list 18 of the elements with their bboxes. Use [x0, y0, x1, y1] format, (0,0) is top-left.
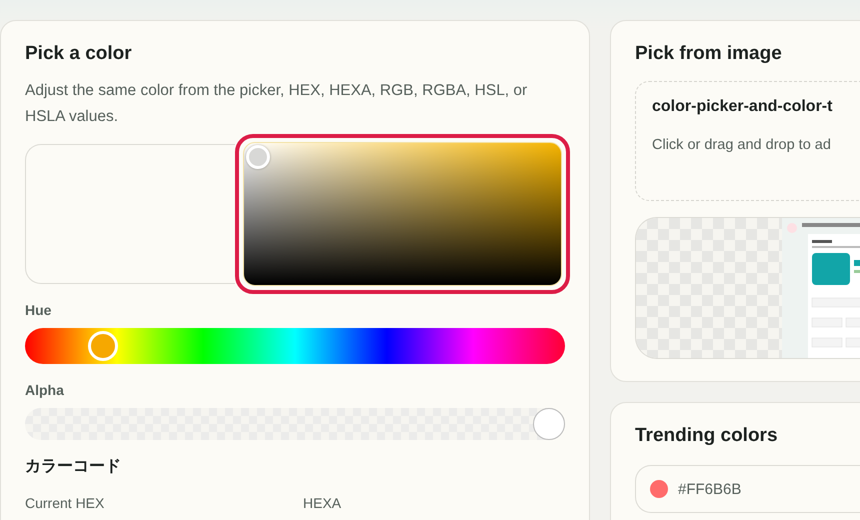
card-description: Adjust the same color from the picker, HEX, HEXA, RGB, RGBA, HSL, or HSLA values.	[25, 81, 528, 127]
color-chip[interactable]: #FF6B6B	[635, 465, 860, 513]
card-title: Pick a color	[25, 43, 133, 65]
alpha-label: Alpha	[25, 382, 65, 398]
field-label: HEXA	[303, 495, 342, 511]
slider-thumb[interactable]	[533, 408, 565, 440]
drop-hint: Click or drag and drop to ad	[652, 137, 832, 153]
saturation-picker[interactable]	[235, 134, 570, 294]
file-name: color-picker-and-color-t	[652, 98, 834, 116]
drop-zone[interactable]: color-picker-and-color-t Click or drag and drop to ad	[635, 81, 860, 201]
color-code: #FF6B6B	[678, 480, 742, 498]
card-title: Trending colors	[635, 425, 779, 447]
hue-label: Hue	[25, 302, 52, 318]
alpha-slider[interactable]	[25, 408, 565, 440]
hue-slider[interactable]	[25, 328, 565, 364]
field-label: Current HEX	[25, 495, 106, 511]
card-title: Pick from image	[635, 43, 783, 65]
section-title: カラーコード	[25, 457, 122, 477]
